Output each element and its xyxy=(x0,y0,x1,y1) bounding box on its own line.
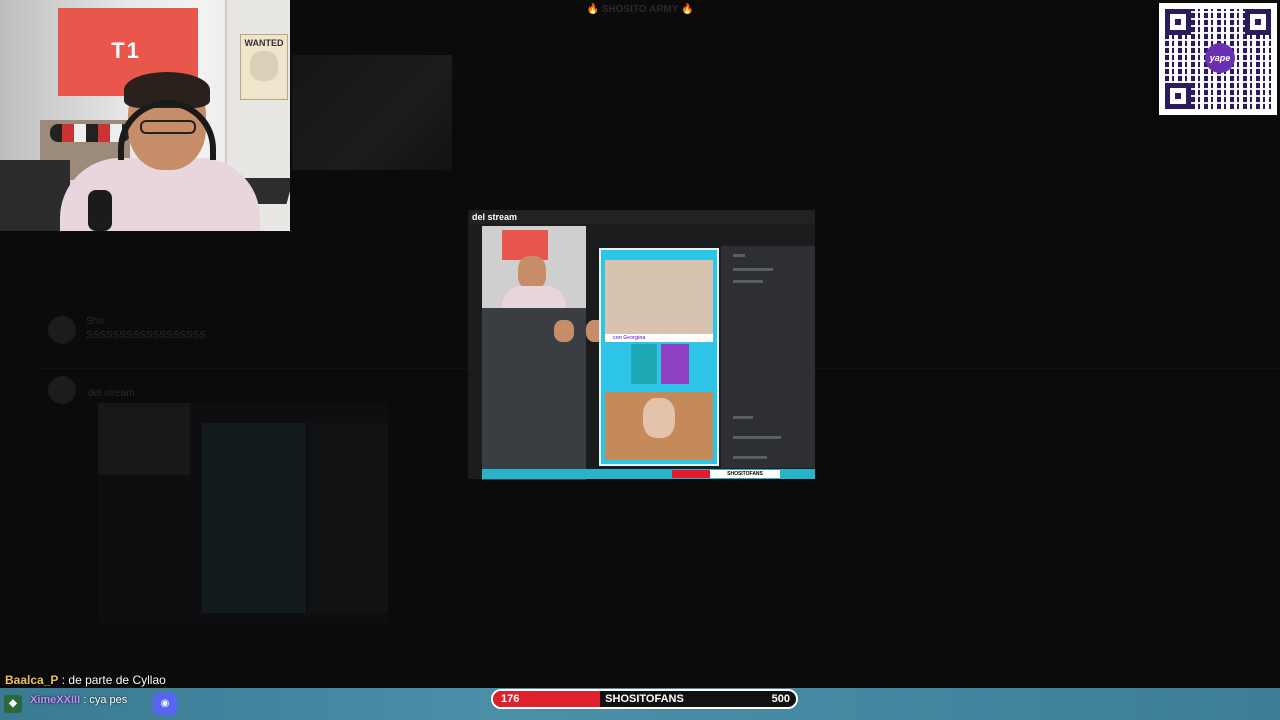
streamer-webcam: T1 WANTED xyxy=(0,0,290,231)
shared-screenshot: del stream con Georgina SHOSITOFANS xyxy=(468,210,815,480)
avatar xyxy=(48,316,76,344)
screenshot-goal-bar: SHOSITOFANS xyxy=(482,469,815,479)
wanted-poster: WANTED xyxy=(240,34,288,100)
background-embed-image xyxy=(98,403,388,623)
background-webcam-ghost xyxy=(292,55,452,170)
background-header: 🔥 SHOSITO ARMY 🔥 xyxy=(586,4,694,15)
phone-banner-text: con Georgina xyxy=(605,334,713,342)
screenshot-chat-panel xyxy=(721,246,815,468)
bottom-chat-message: XimeXXIII : cya pes xyxy=(30,694,127,706)
badge-icon: ◆ xyxy=(4,695,22,713)
badge-icons: ◆ xyxy=(4,694,22,714)
screenshot-caption: del stream xyxy=(470,210,815,224)
screenshot-phone-video: con Georgina xyxy=(599,248,719,466)
emote-icon xyxy=(554,320,574,342)
chat-message: Baalca_P : de parte de Cyllao xyxy=(5,673,166,687)
microphone-icon xyxy=(88,190,112,231)
chat-separator: : xyxy=(58,673,69,687)
bottom-chat-text: : cya pes xyxy=(83,694,128,706)
sub-goal-bar: 176 SHOSITOFANS 500 xyxy=(491,689,798,709)
bottom-chat-username: XimeXXIII xyxy=(30,694,81,706)
yape-logo-icon: yape xyxy=(1205,43,1235,73)
background-message-input xyxy=(48,652,1280,674)
yape-qr-code: yape xyxy=(1159,3,1277,115)
avatar xyxy=(48,376,76,404)
background-message-text: del stream xyxy=(88,388,135,399)
discord-icon[interactable]: ◉ xyxy=(153,693,177,715)
screenshot-stream-panel xyxy=(482,226,606,480)
background-message-text: SSSSSSSSSSSSSSSSSS xyxy=(86,330,207,341)
goal-label: SHOSITOFANS xyxy=(605,693,684,705)
chat-text: de parte de Cyllao xyxy=(68,673,166,687)
chat-username: Baalca_P xyxy=(5,673,59,687)
goal-target: 500 xyxy=(771,693,790,705)
screenshot-goal-label: SHOSITOFANS xyxy=(710,470,780,478)
stream-overlay: 🔥 SHOSITO ARMY 🔥 Sho SSSSSSSSSSSSSSSSSS … xyxy=(0,0,1280,720)
background-message-name: Sho xyxy=(86,316,104,327)
